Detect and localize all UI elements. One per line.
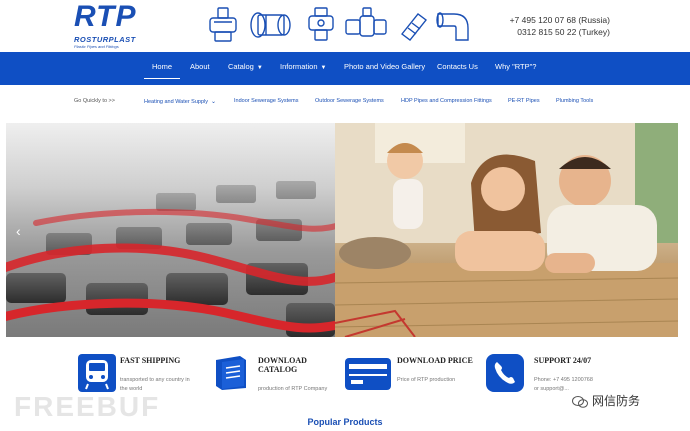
popular-products-heading: Popular Products	[307, 417, 383, 427]
feature-desc: Phone: +7 495 1200768	[534, 377, 593, 383]
site-header: RTP ROSTURPLAST Plastic Pipes and Fittin…	[0, 0, 690, 52]
quick-link-pert-pipes[interactable]: PE-RT Pipes	[508, 98, 540, 104]
nav-why-rtp[interactable]: Why "RTP"?	[495, 62, 536, 71]
wechat-icon	[572, 395, 588, 408]
feature-desc: transported to any country in	[120, 377, 190, 383]
nav-catalog[interactable]: Catalog ▼	[228, 62, 263, 71]
feature-title: DOWNLOAD PRICE	[397, 356, 473, 365]
credit-card-icon	[345, 358, 391, 390]
feature-desc: production of RTP Company	[258, 386, 328, 392]
quick-links-label: Go Quickly to >>	[74, 98, 115, 104]
quick-link-hdp-pipes[interactable]: HDP Pipes and Compression Fittings	[401, 98, 492, 104]
underfloor-heating-photo: ‹	[6, 123, 335, 337]
family-photo-graphic	[335, 123, 678, 337]
phone-turkey[interactable]: 0312 815 50 22 (Turkey)	[510, 26, 610, 38]
pipe-fittings-illustration	[206, 6, 476, 46]
nav-about[interactable]: About	[190, 62, 210, 71]
valve-fitting-icon	[345, 7, 387, 37]
slider-prev-arrow[interactable]: ‹	[16, 223, 21, 239]
union-fitting-icon	[401, 13, 427, 41]
nav-contacts[interactable]: Contacts Us	[437, 62, 478, 71]
hero-slider[interactable]: ‹	[6, 123, 678, 337]
main-navbar: Home About Catalog ▼ Information ▼ Photo a…	[0, 52, 690, 85]
quick-link-indoor-sewerage[interactable]: Indoor Sewerage Systems	[234, 98, 299, 104]
logo-brand: ROSTURPLAST	[74, 35, 136, 44]
feature-desc: or support@...	[534, 386, 569, 392]
coupling-fitting-icon	[250, 12, 291, 38]
feature-title: FAST SHIPPING	[120, 356, 181, 365]
phone-icon	[486, 354, 524, 392]
contact-phones: +7 495 120 07 68 (Russia) 0312 815 50 22…	[510, 14, 610, 38]
phone-russia[interactable]: +7 495 120 07 68 (Russia)	[510, 14, 610, 26]
logo-mark: RTP	[74, 0, 137, 33]
book-icon	[216, 356, 246, 390]
feature-title: SUPPORT 24/07	[534, 356, 592, 365]
quick-link-plumbing-tools[interactable]: Plumbing Tools	[556, 98, 593, 104]
logo-tagline: Plastic Pipes and Fittings	[74, 44, 119, 49]
cross-fitting-icon	[308, 7, 334, 41]
quick-link-heating[interactable]: Heating and Water Supply ⌄	[144, 98, 216, 105]
nav-information[interactable]: Information ▼	[280, 62, 326, 71]
chevron-down-icon: ⌄	[211, 99, 217, 105]
chevron-down-icon: ▼	[320, 65, 327, 71]
family-on-floor-photo	[335, 123, 678, 337]
quick-link-outdoor-sewerage[interactable]: Outdoor Sewerage Systems	[315, 98, 384, 104]
feature-title-line2: CATALOG	[258, 365, 298, 374]
nav-home[interactable]: Home	[143, 62, 181, 79]
heating-pipes-graphic	[6, 181, 335, 337]
tee-fitting-icon	[209, 7, 237, 42]
feature-desc: Price of RTP production	[397, 377, 456, 383]
wechat-watermark: 网信防务	[572, 392, 640, 409]
train-icon	[78, 354, 116, 392]
rtp-logo[interactable]: RTP ROSTURPLAST Plastic Pipes and Fittin…	[74, 0, 150, 50]
nav-gallery[interactable]: Photo and Video Gallery	[344, 62, 425, 71]
quick-links-bar: Go Quickly to >> Heating and Water Suppl…	[0, 85, 690, 119]
feature-title: DOWNLOAD	[258, 356, 307, 365]
elbow-fitting-icon	[436, 12, 469, 41]
chevron-down-icon: ▼	[256, 65, 263, 71]
